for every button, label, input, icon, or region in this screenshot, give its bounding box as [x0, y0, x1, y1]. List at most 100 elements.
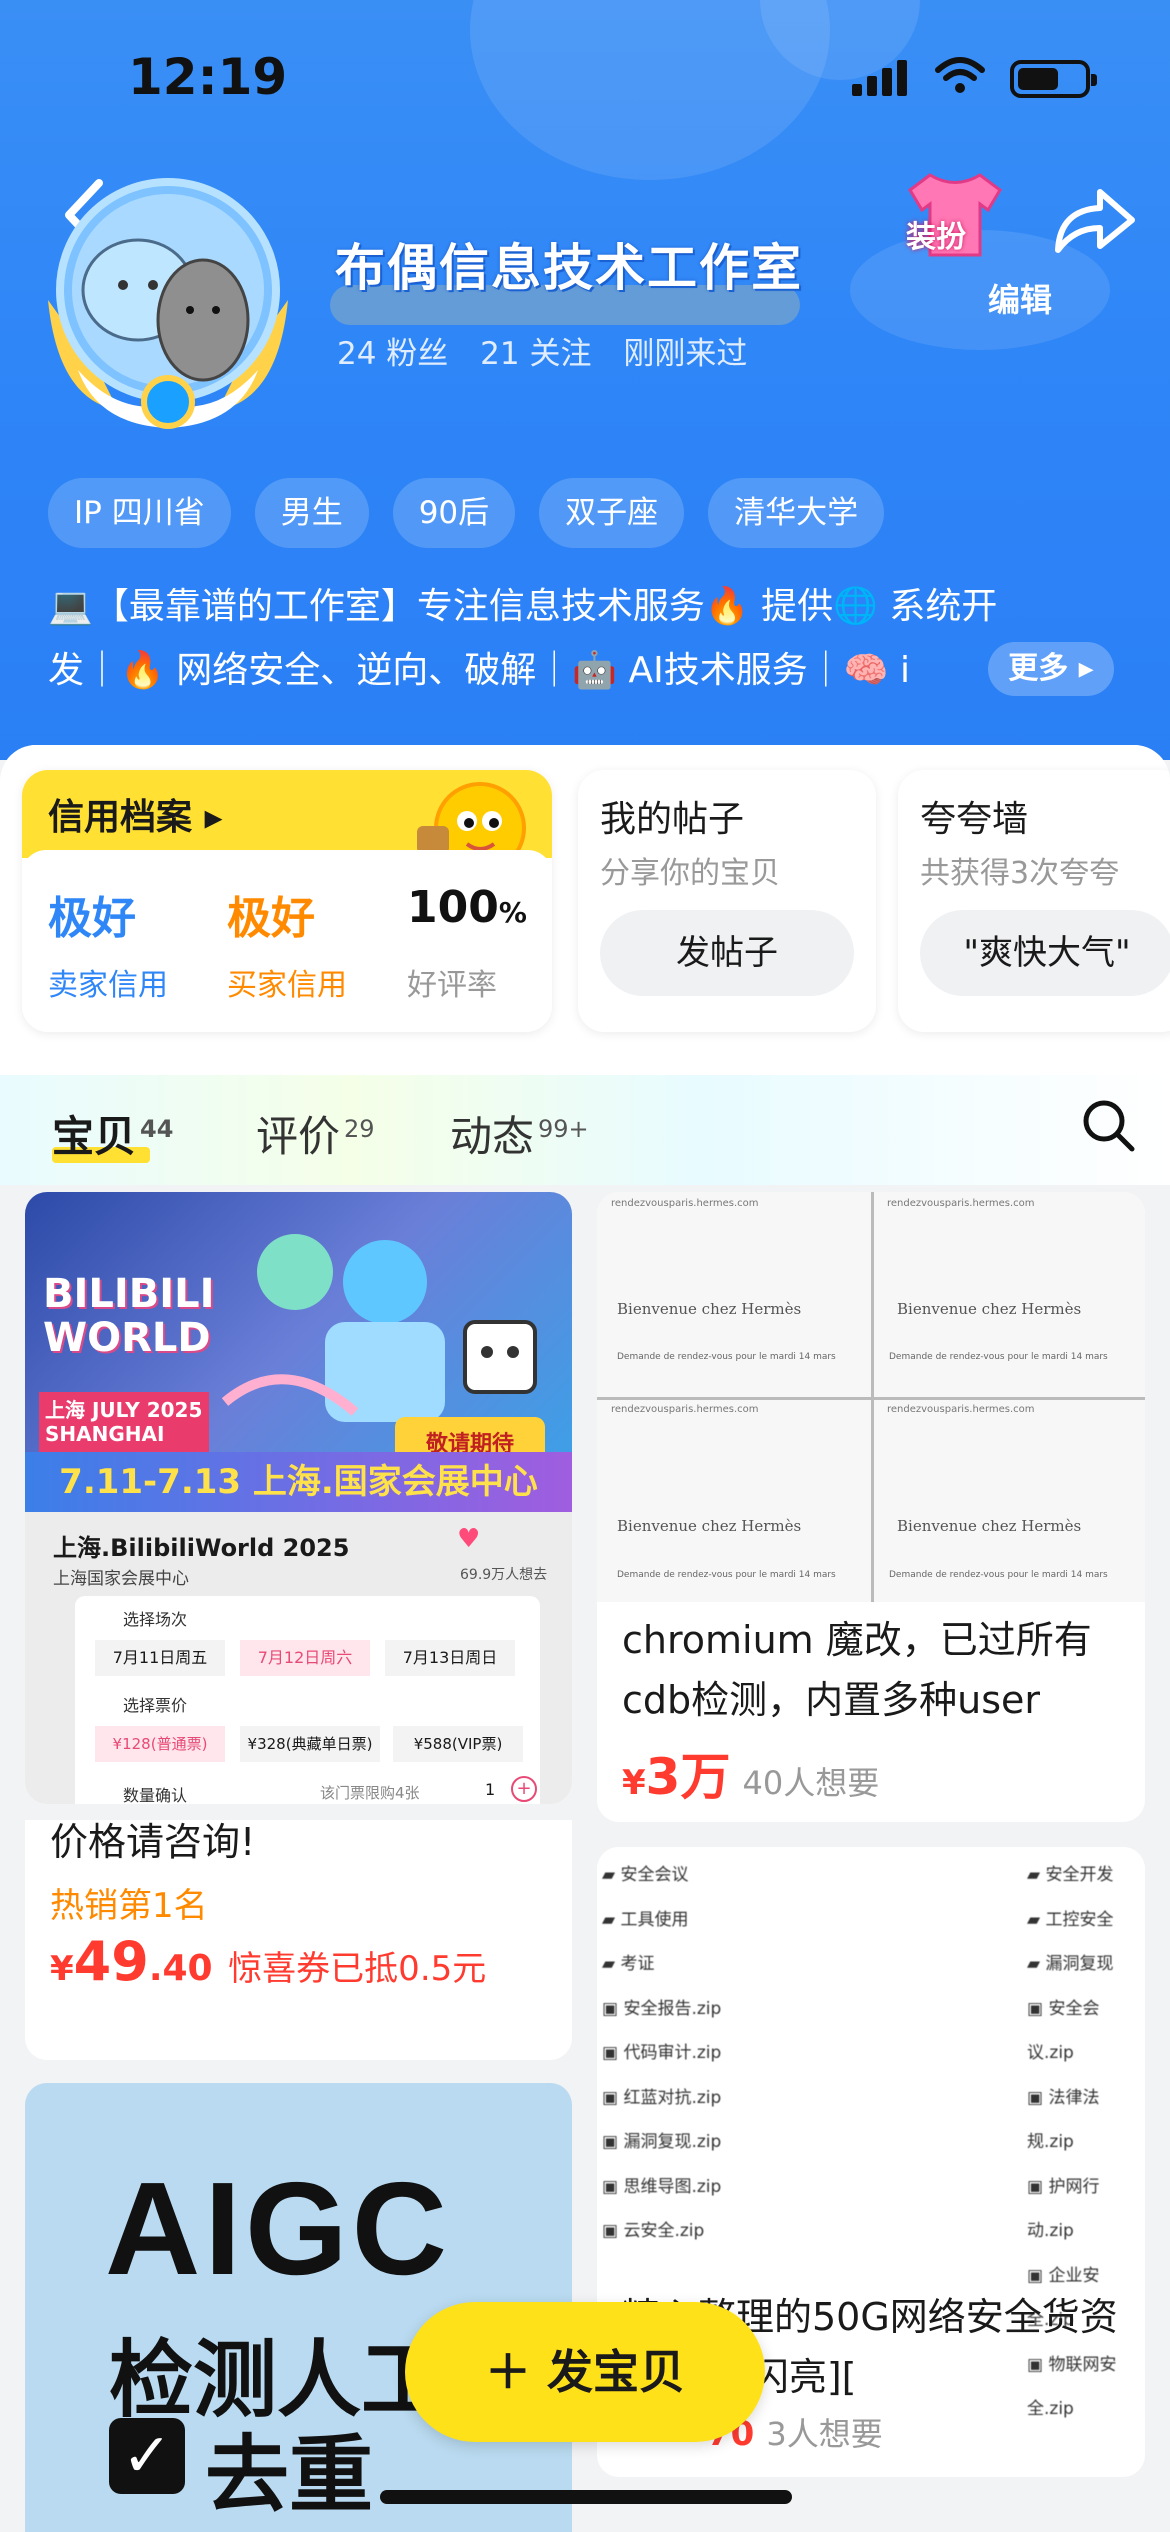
folder-item: ▣ 安全报告.zip: [602, 1998, 722, 2019]
item-title: 价格请咨询!: [50, 1820, 256, 1864]
folder-item: ▣ 法律法规.zip: [1027, 2087, 1100, 2153]
dress-up-label[interactable]: 装扮: [906, 212, 966, 256]
status-time: 12:19: [128, 48, 288, 106]
item-thumbnail: ▰ 安全会议 ▰ 工具使用 ▰ 考证 ▣ 安全报告.zip ▣ 代码审计.zip…: [597, 1847, 1145, 2419]
screenshot-heading: Bienvenue chez Hermès: [617, 1517, 802, 1535]
session-option: 7月11日周五: [95, 1640, 225, 1676]
tag-ip: IP 四川省: [48, 478, 231, 548]
profile-content: 信用档案 ▸ 极好 卖家信用 极好 买家信用 100% 好评率 我的帖子 分享你…: [0, 745, 1170, 2532]
tag-school: 清华大学: [708, 478, 885, 548]
item-price: ¥3万 40人想要: [622, 1748, 880, 1806]
following-count[interactable]: 21 关注: [480, 336, 591, 372]
tab-items[interactable]: 宝贝 44: [52, 1103, 173, 1164]
folder-item: ▰ 安全开发: [1027, 1865, 1114, 1885]
my-posts-card[interactable]: 我的帖子 分享你的宝贝 发帖子: [578, 770, 876, 1032]
praise-title: 夸夸墙: [920, 799, 1029, 840]
profile-header: 12:19 布偶信息技术工作室 24 粉丝 21 关注 刚刚来过 装扮 编辑 I…: [0, 0, 1170, 760]
profile-screen: 12:19 布偶信息技术工作室 24 粉丝 21 关注 刚刚来过 装扮 编辑 I…: [0, 0, 1170, 2532]
screenshot-line: Demande de rendez-vous pour le mardi 14 …: [889, 1570, 1108, 1580]
positive-rate-value: 100%: [407, 882, 527, 933]
price-option: ¥588(VIP票): [393, 1726, 523, 1762]
praise-wall-card[interactable]: 夸夸墙 共获得3次夸夸 "爽快大气": [898, 770, 1170, 1032]
ticket-panel: 选择场次 7月11日周五 7月12日周六 7月13日周日 选择票价 ¥128(普…: [75, 1596, 540, 1804]
buyer-credit-value: 极好: [227, 893, 315, 944]
folder-list-left: ▰ 安全会议 ▰ 工具使用 ▰ 考证 ▣ 安全报告.zip ▣ 代码审计.zip…: [602, 1853, 822, 2254]
posts-title: 我的帖子: [600, 799, 745, 840]
folder-item: ▣ 安全会议.zip: [1027, 1998, 1100, 2064]
profile-bio: 💻【最靠谱的工作室】专注信息技术服务🔥 提供🌐 系统开 发｜🔥 网络安全、逆向、…: [48, 575, 1128, 703]
share-icon[interactable]: [1050, 180, 1140, 260]
screenshot-url: rendezvousparis.hermes.com: [611, 1404, 759, 1415]
last-seen: 刚刚来过: [623, 336, 748, 372]
folder-item: ▰ 安全会议: [602, 1865, 689, 1885]
avatar[interactable]: [38, 170, 298, 430]
event-brand: BILIBILI WORLD: [43, 1271, 215, 1361]
screenshot-heading: Bienvenue chez Hermès: [897, 1300, 1082, 1318]
folder-item: ▰ 漏洞复现: [1027, 1954, 1114, 1974]
screenshot-heading: Bienvenue chez Hermès: [897, 1517, 1082, 1535]
aigc-title: AIGC: [105, 2155, 451, 2302]
item-thumbnail: BILIBILI WORLD 上海 JULY 2025 SHANGHAI 敬请期…: [25, 1192, 572, 1804]
event-banner: BILIBILI WORLD 上海 JULY 2025 SHANGHAI 敬请期…: [25, 1192, 572, 1492]
aigc-line: 去重: [205, 2426, 374, 2524]
screenshot-line: Demande de rendez-vous pour le mardi 14 …: [617, 1570, 836, 1580]
buyer-credit-label: 买家信用: [227, 968, 347, 1003]
price-option: ¥128(普通票): [95, 1726, 225, 1762]
item-card[interactable]: Bienvenue chez Hermès Bienvenue chez Her…: [597, 1192, 1145, 1822]
seller-credit-label: 卖家信用: [48, 968, 168, 1003]
heart-icon: ♥: [457, 1524, 481, 1554]
item-price: ¥49.40 惊喜券已抵0.5元: [50, 1930, 487, 1993]
tab-reviews[interactable]: 评价 29: [256, 1103, 375, 1164]
praise-tag-button[interactable]: "爽快大气": [920, 910, 1170, 996]
select-session-label: 选择场次: [123, 1610, 188, 1629]
event-venue: 上海国家会展中心: [53, 1569, 189, 1589]
profile-tags: IP 四川省 男生 90后 双子座 清华大学: [48, 478, 885, 548]
tag-zodiac: 双子座: [539, 478, 685, 548]
post-item-button[interactable]: ＋ 发宝贝: [405, 2302, 765, 2442]
item-thumbnail: Bienvenue chez Hermès Bienvenue chez Her…: [597, 1192, 1145, 1602]
item-title: chromium 魔改，已过所有cdb检测，内置多种user: [622, 1618, 1092, 1722]
coupon-label: 惊喜券已抵0.5元: [228, 1949, 487, 1989]
seller-credit-value: 极好: [48, 893, 136, 944]
bio-line: 发｜🔥 网络安全、逆向、破解｜🤖 AI技术服务｜🧠 i: [48, 650, 911, 691]
checkbox-icon: ✓: [109, 2418, 185, 2494]
edit-button[interactable]: 编辑: [988, 275, 1052, 321]
select-price-label: 选择票价: [123, 1696, 188, 1715]
folder-item: ▣ 漏洞复现.zip: [602, 2132, 722, 2152]
bio-more-button[interactable]: 更多 ▸: [988, 642, 1114, 696]
event-dates: 7.11-7.13 上海.国家会展中心: [25, 1452, 572, 1512]
anime-characters: [221, 1234, 537, 1422]
event-want-count: 69.9万人想去: [460, 1567, 548, 1583]
item-info[interactable]: 价格请咨询! 热销第1名 ¥49.40 惊喜券已抵0.5元: [25, 1820, 572, 2060]
more-label: 更多: [1008, 651, 1069, 686]
signal-icon: [852, 58, 912, 96]
tab-activity[interactable]: 动态 99+: [450, 1103, 589, 1164]
followers-count[interactable]: 24 粉丝: [337, 336, 448, 372]
credit-header: 信用档案 ▸: [22, 770, 552, 874]
screenshot-url: rendezvousparis.hermes.com: [887, 1198, 1035, 1209]
search-icon[interactable]: [1080, 1097, 1136, 1153]
folder-item: ▰ 工具使用: [602, 1909, 689, 1930]
battery-icon: [1010, 60, 1097, 98]
ticket-screenshot: 上海.BilibiliWorld 2025 上海国家会展中心 ♥ 69.9万人想…: [25, 1512, 572, 1804]
folder-item: ▰ 考证: [602, 1954, 655, 1974]
credit-title: 信用档案 ▸: [48, 797, 223, 838]
folder-item: ▣ 代码审计.zip: [602, 2043, 722, 2063]
credit-card[interactable]: 信用档案 ▸ 极好 卖家信用 极好 买家信用 100% 好评率: [22, 770, 552, 1032]
folder-item: ▣ 云安全.zip: [602, 2221, 705, 2241]
screenshot-url: rendezvousparis.hermes.com: [887, 1404, 1035, 1415]
quantity-label: 数量确认: [123, 1786, 188, 1804]
screenshot-line: Demande de rendez-vous pour le mardi 14 …: [889, 1352, 1108, 1362]
posts-subtitle: 分享你的宝贝: [600, 856, 780, 891]
quantity-value: 1: [485, 1780, 496, 1799]
item-card[interactable]: BILIBILI WORLD 上海 JULY 2025 SHANGHAI 敬请期…: [25, 1192, 572, 1804]
tag-age: 90后: [392, 478, 516, 548]
folder-item: ▣ 护网行动.zip: [1027, 2176, 1100, 2242]
screenshot-heading: Bienvenue chez Hermès: [617, 1300, 802, 1318]
home-indicator: [380, 2490, 792, 2504]
shop-name: 布偶信息技术工作室: [335, 239, 803, 297]
create-post-button[interactable]: 发帖子: [600, 910, 854, 996]
session-option: 7月13日周日: [385, 1640, 515, 1676]
folder-item: ▣ 思维导图.zip: [602, 2176, 722, 2197]
limit-label: 该门票限购4张: [320, 1784, 420, 1802]
